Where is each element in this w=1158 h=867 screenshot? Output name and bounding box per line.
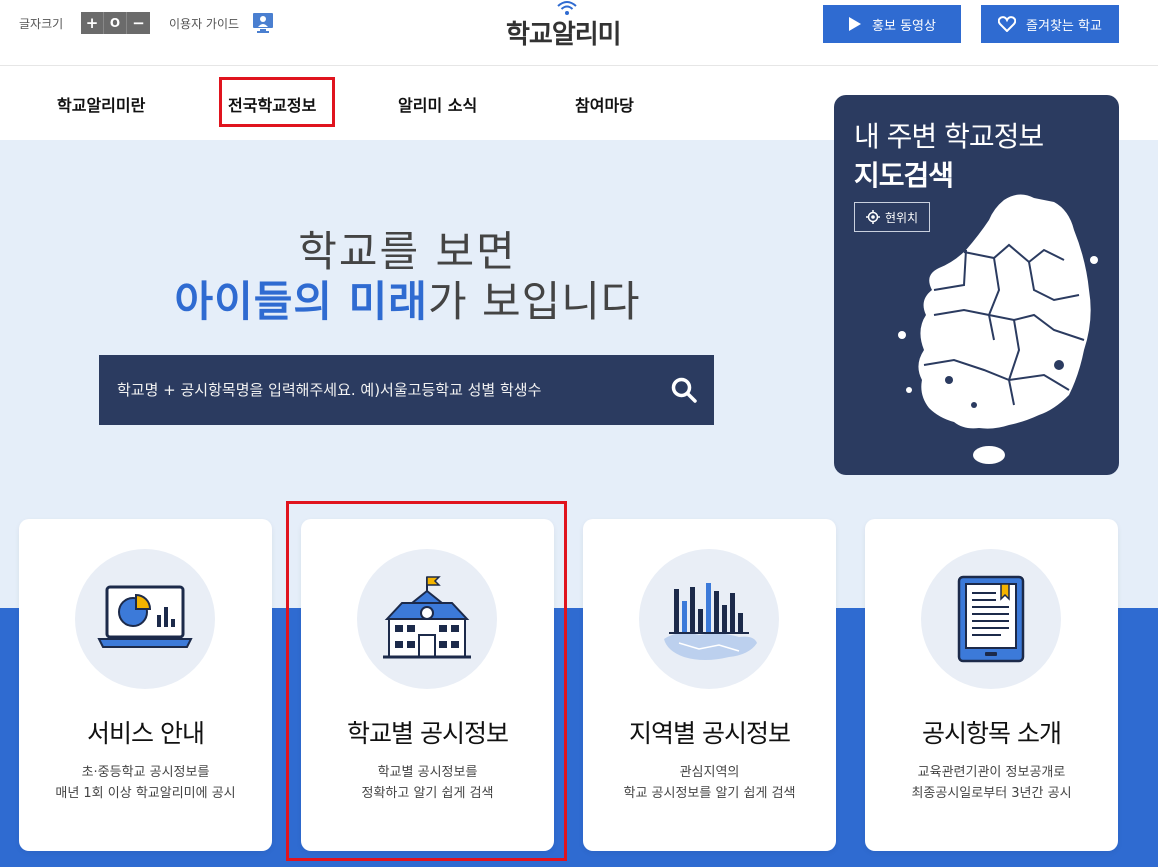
hero-headline-line2: 아이들의 미래가 보입니다	[0, 268, 815, 329]
font-size-reset-button[interactable]: O	[104, 12, 127, 34]
region-bar-chart-icon	[664, 583, 757, 660]
card-highlight-box	[286, 501, 567, 861]
favorite-school-label: 즐겨찾는 학교	[1026, 18, 1102, 34]
font-size-controls: + O −	[81, 12, 150, 34]
card-description-line1: 관심지역의	[679, 765, 740, 780]
promo-video-label: 홍보 동영상	[872, 18, 936, 34]
card-icon-circle	[75, 549, 215, 689]
card-description-line1: 교육관련기관이 정보공개로	[917, 765, 1066, 780]
card-description-line1: 초·중등학교 공시정보를	[81, 765, 210, 780]
search-input[interactable]	[117, 375, 657, 405]
map-card-subtitle: 지도검색	[854, 159, 954, 192]
card-title: 지역별 공시정보	[629, 719, 791, 748]
card-description: 초·중등학교 공시정보를 매년 1회 이상 학교알리미에 공시	[19, 762, 272, 804]
search-icon[interactable]	[670, 376, 698, 404]
laptop-chart-icon	[97, 585, 193, 648]
favorite-school-button[interactable]: 즐겨찾는 학교	[981, 5, 1119, 43]
font-size-label: 글자크기	[19, 17, 64, 31]
monitor-person-icon[interactable]	[252, 12, 274, 34]
crosshair-icon	[865, 210, 880, 224]
card-icon-circle	[921, 549, 1061, 689]
current-location-button[interactable]: 현위치	[854, 202, 930, 232]
ebook-reader-icon	[957, 575, 1025, 663]
card-description: 교육관련기관이 정보공개로 최종공시일로부터 3년간 공시	[865, 762, 1118, 804]
card-icon-circle	[639, 549, 779, 689]
site-logo[interactable]: 학교알리미	[506, 0, 636, 50]
font-size-decrease-button[interactable]: −	[127, 12, 150, 34]
card-description-line2: 매년 1회 이상 학교알리미에 공시	[55, 786, 236, 801]
card-title: 서비스 안내	[87, 719, 205, 748]
top-bar: 글자크기 + O − 이용자 가이드 학교알리미 홍보 동영상 즐겨찾는 학교	[0, 0, 1158, 66]
logo-text: 학교알리미	[506, 20, 622, 50]
map-search-card[interactable]: 내 주변 학교정보 지도검색 현위치	[834, 95, 1119, 475]
search-bar[interactable]	[99, 355, 714, 425]
user-guide-link[interactable]: 이용자 가이드	[169, 15, 239, 32]
card-title: 공시항목 소개	[922, 719, 1062, 748]
play-icon	[849, 17, 862, 31]
nav-item-about[interactable]: 학교알리미란	[57, 92, 145, 116]
card-description-line2: 학교 공시정보를 알기 쉽게 검색	[623, 786, 796, 801]
promo-video-button[interactable]: 홍보 동영상	[823, 5, 961, 43]
korea-map-icon[interactable]	[894, 190, 1104, 475]
nav-highlight-box	[219, 77, 335, 127]
card-description-line2: 최종공시일로부터 3년간 공시	[911, 786, 1072, 801]
nav-item-participation[interactable]: 참여마당	[575, 92, 634, 116]
card-description: 관심지역의 학교 공시정보를 알기 쉽게 검색	[583, 762, 836, 804]
font-size-increase-button[interactable]: +	[81, 12, 104, 34]
card-disclosure-items[interactable]: 공시항목 소개 교육관련기관이 정보공개로 최종공시일로부터 3년간 공시	[865, 519, 1118, 851]
card-service-guide[interactable]: 서비스 안내 초·중등학교 공시정보를 매년 1회 이상 학교알리미에 공시	[19, 519, 272, 851]
nav-item-news[interactable]: 알리미 소식	[398, 92, 477, 116]
hero-headline-rest: 가 보입니다	[427, 277, 641, 326]
card-regional-disclosure[interactable]: 지역별 공시정보 관심지역의 학교 공시정보를 알기 쉽게 검색	[583, 519, 836, 851]
current-location-label: 현위치	[884, 210, 919, 225]
hero-emphasis: 아이들의 미래	[174, 277, 428, 326]
map-card-title: 내 주변 학교정보	[854, 120, 1044, 153]
heart-icon	[998, 16, 1017, 32]
